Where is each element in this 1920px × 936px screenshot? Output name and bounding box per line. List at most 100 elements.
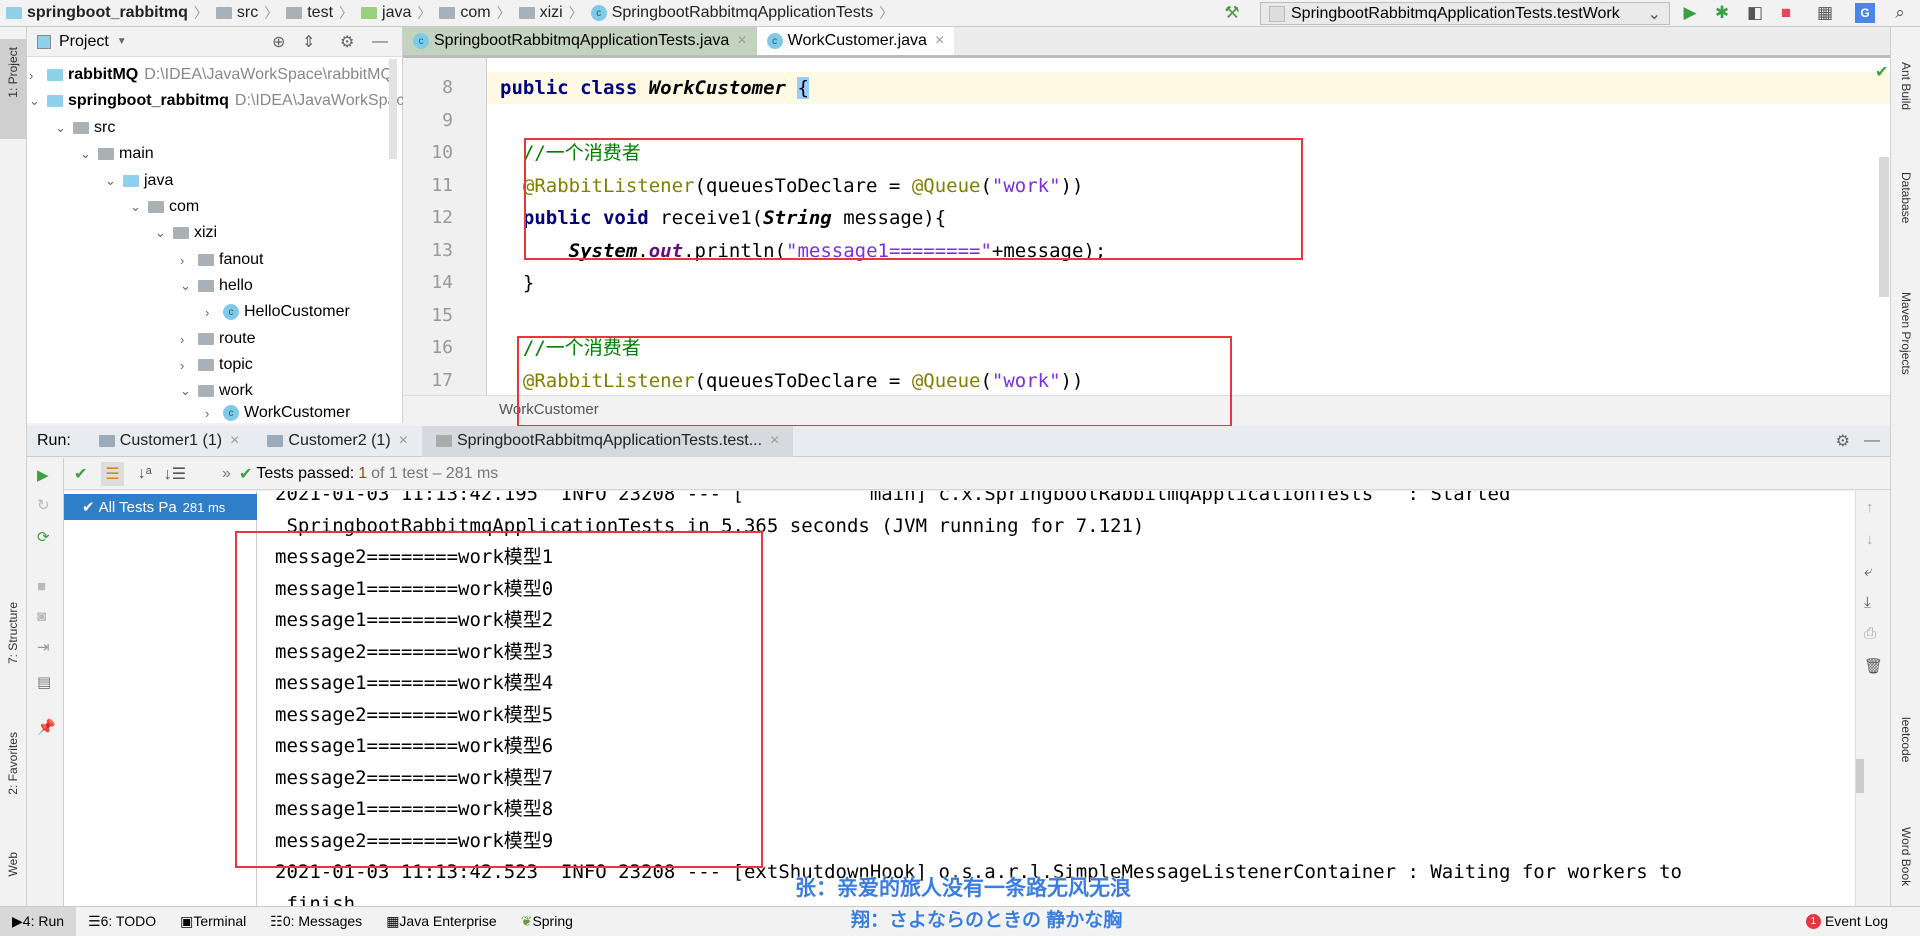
sort-duration-icon[interactable]: ↓☰ [164, 464, 186, 484]
soft-wrap-icon[interactable]: ⤶ [1864, 563, 1872, 580]
close-icon[interactable]: × [935, 32, 944, 50]
maven-tool-button[interactable]: Maven Projects [1899, 292, 1913, 375]
run-tab-tests[interactable]: SpringbootRabbitmqApplicationTests.test.… [421, 425, 794, 457]
import-icon[interactable]: ⇥ [37, 638, 50, 656]
tree-item-route[interactable]: › route [180, 326, 255, 352]
tree-item-main[interactable]: ⌄ main [80, 141, 154, 167]
project-tool-button[interactable]: 1: Project [6, 47, 20, 98]
rerun-icon[interactable]: ▶ [37, 466, 49, 484]
up-icon[interactable]: ↑ [1866, 499, 1874, 516]
close-icon[interactable]: × [770, 432, 779, 450]
todo-tool-button[interactable]: ☰ 6: TODO [76, 907, 168, 936]
tree-item-xizi[interactable]: ⌄ xizi [155, 220, 217, 246]
breadcrumb-src[interactable]: src 〉 [212, 0, 282, 27]
highlight-box-consumer1 [524, 138, 1303, 260]
close-icon[interactable]: × [399, 432, 408, 450]
tree-item-work[interactable]: ⌄ work [180, 378, 253, 404]
console-scrollbar[interactable] [1856, 759, 1864, 793]
messages-tool-button[interactable]: ☷ 0: Messages [258, 907, 374, 936]
tree-item-springboot-rabbitmq[interactable]: ⌄ springboot_rabbitmq D:\IDEA\JavaWorkSpac… [27, 88, 413, 114]
tests-status-text: Tests passed: [256, 464, 355, 482]
structure-tool-button[interactable]: 7: Structure [6, 602, 20, 664]
trash-icon[interactable]: 🗑 [1864, 657, 1883, 675]
gear-icon[interactable]: ⚙ [340, 32, 354, 52]
tree-label: fanout [219, 251, 264, 268]
print-icon[interactable]: ⎙ [1864, 625, 1876, 642]
collapse-all-icon[interactable]: ⇕ [302, 32, 315, 52]
event-log-button[interactable]: 1 Event Log [1794, 907, 1900, 936]
run-icon[interactable]: ▶ [1680, 3, 1700, 23]
down-icon[interactable]: ↓ [1866, 531, 1874, 548]
breadcrumb-project[interactable]: springboot_rabbitmq 〉 [0, 0, 212, 27]
stop-icon[interactable]: ■ [1776, 3, 1796, 23]
tree-item-fanout[interactable]: › fanout [180, 247, 263, 273]
camera-icon[interactable]: ◙ [37, 608, 46, 625]
breadcrumb-label: java [382, 4, 412, 21]
breadcrumb-test[interactable]: test 〉 [282, 0, 357, 27]
breadcrumb-xizi[interactable]: xizi 〉 [515, 0, 587, 27]
tree-item-rabbitmq[interactable]: › rabbitMQ D:\IDEA\JavaWorkSpace\rabbitMQ [27, 62, 393, 88]
console-side-toolbar: ↑ ↓ ⤶ ⤓ ⎙ 🗑 [1855, 491, 1890, 906]
breadcrumb-java[interactable]: java 〉 [357, 0, 435, 27]
tree-item-java[interactable]: ⌄ java [105, 168, 173, 194]
java-enterprise-icon: ▦ [386, 912, 400, 929]
spring-tool-button[interactable]: ❦ Spring [509, 907, 585, 936]
test-node-all[interactable]: ✔ All Tests Pa 281 ms [64, 494, 257, 520]
pin-icon[interactable]: 📌 [37, 718, 56, 736]
editor-scrollbar[interactable] [1879, 157, 1889, 297]
tree-item-hello[interactable]: ⌄ hello [180, 273, 253, 299]
run-tab-customer2[interactable]: Customer2 (1) × [253, 426, 422, 457]
run-tool-button[interactable]: ▶ 4: Run [0, 906, 77, 936]
project-scrollbar[interactable] [389, 59, 397, 159]
coverage-icon[interactable]: ◧ [1745, 3, 1765, 23]
build-hammer-icon[interactable]: ⚒ [1222, 3, 1242, 23]
tab-springboot-tests[interactable]: c SpringbootRabbitmqApplicationTests.java… [403, 27, 757, 55]
layout-icon[interactable]: ▤ [37, 673, 51, 691]
tree-item-src[interactable]: ⌄ src [55, 115, 115, 141]
expand-more-icon[interactable]: » [222, 465, 231, 483]
checkmark-icon: ✔ [1875, 64, 1889, 81]
stop-icon[interactable]: ■ [37, 578, 46, 595]
tree-item-workcustomer[interactable]: › c WorkCustomer [205, 403, 350, 423]
rerun-failed-icon[interactable]: ↻ [37, 496, 50, 514]
tree-item-topic[interactable]: › topic [180, 352, 253, 378]
wordbook-tool-button[interactable]: Word Book [1899, 827, 1913, 886]
dropdown-arrow-icon[interactable]: ▼ [117, 36, 127, 47]
sort-alpha-icon[interactable]: ↓ᵃ [138, 465, 152, 483]
java-enterprise-tool-button[interactable]: ▦ Java Enterprise [374, 907, 509, 936]
hide-icon[interactable]: — [1864, 432, 1880, 450]
favorites-tool-button[interactable]: 2: Favorites [6, 732, 20, 795]
project-view-icon [37, 34, 51, 49]
leetcode-tool-button[interactable]: leetcode [1899, 717, 1913, 762]
separator-icon: 〉 [496, 5, 511, 21]
breadcrumb-class[interactable]: c SpringbootRabbitmqApplicationTests 〉 [587, 0, 897, 27]
locate-icon[interactable]: ⊕ [272, 32, 285, 52]
scroll-to-end-icon[interactable]: ⤓ [1864, 594, 1871, 611]
hide-icon[interactable]: — [372, 33, 388, 51]
show-passed-icon[interactable]: ✔ [74, 464, 87, 484]
status-label: Terminal [193, 913, 247, 929]
run-tab-customer1[interactable]: Customer1 (1) × [85, 426, 254, 457]
close-icon[interactable]: × [230, 432, 239, 450]
terminal-tool-button[interactable]: ▣ Terminal [168, 907, 258, 936]
tab-workcustomer[interactable]: c WorkCustomer.java × [756, 27, 955, 55]
todo-icon: ☰ [88, 912, 101, 929]
project-view-select[interactable]: Project [59, 33, 109, 51]
run-configuration-select[interactable]: SpringbootRabbitmqApplicationTests.testW… [1260, 2, 1670, 25]
line-number: 17 [431, 369, 453, 391]
web-tool-button[interactable]: Web [6, 852, 20, 876]
debug-icon[interactable]: ✱ [1712, 3, 1732, 23]
breadcrumb-com[interactable]: com 〉 [435, 0, 514, 27]
database-tool-button[interactable]: Database [1899, 172, 1913, 223]
project-structure-icon[interactable]: ▦ [1815, 3, 1835, 23]
toggle-auto-test-icon[interactable]: ⟳ [37, 528, 50, 546]
close-icon[interactable]: × [737, 32, 746, 50]
terminal-icon: ▣ [180, 912, 194, 929]
translate-icon[interactable]: G [1855, 3, 1875, 23]
tree-item-com[interactable]: ⌄ com [130, 194, 199, 220]
gear-icon[interactable]: ⚙ [1836, 431, 1850, 451]
tree-item-hellocustomer[interactable]: › c HelloCustomer [205, 299, 350, 325]
ant-build-tool-button[interactable]: Ant Build [1899, 62, 1913, 110]
search-icon[interactable]: ⌕ [1890, 3, 1910, 23]
show-ignored-icon[interactable]: ☰ [101, 461, 124, 486]
